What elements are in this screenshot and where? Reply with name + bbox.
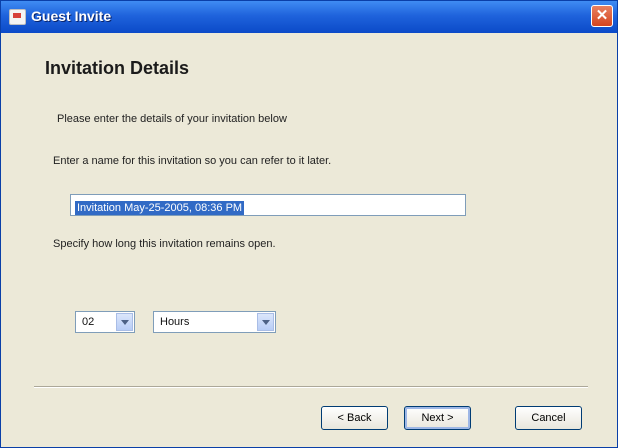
separator — [34, 386, 588, 388]
duration-unit-value: Hours — [160, 316, 190, 328]
chevron-down-icon[interactable] — [257, 313, 274, 331]
back-button[interactable]: < Back — [321, 406, 388, 430]
chevron-down-icon[interactable] — [116, 313, 133, 331]
close-button[interactable]: ✕ — [591, 5, 613, 27]
invitation-name-input[interactable]: Invitation May-25-2005, 08:36 PM — [70, 194, 466, 216]
duration-prompt: Specify how long this invitation remains… — [53, 238, 276, 250]
page-heading: Invitation Details — [45, 58, 190, 78]
invitation-name-value: Invitation May-25-2005, 08:36 PM — [75, 201, 245, 215]
name-prompt: Enter a name for this invitation so you … — [53, 155, 332, 167]
cancel-button[interactable]: Cancel — [515, 406, 582, 430]
guest-invite-dialog: Guest Invite ✕ Invitation Details Please… — [0, 0, 618, 448]
duration-number-select[interactable]: 02 — [75, 311, 135, 333]
next-button[interactable]: Next > — [404, 406, 471, 430]
dialog-content: Invitation Details Please enter the deta… — [4, 33, 614, 445]
window-title: Guest Invite — [31, 8, 112, 24]
duration-number-value: 02 — [82, 316, 95, 328]
title-bar: Guest Invite ✕ — [1, 1, 617, 33]
app-icon — [9, 9, 26, 25]
instruction-text: Please enter the details of your invitat… — [57, 113, 287, 125]
duration-unit-select[interactable]: Hours — [153, 311, 276, 333]
